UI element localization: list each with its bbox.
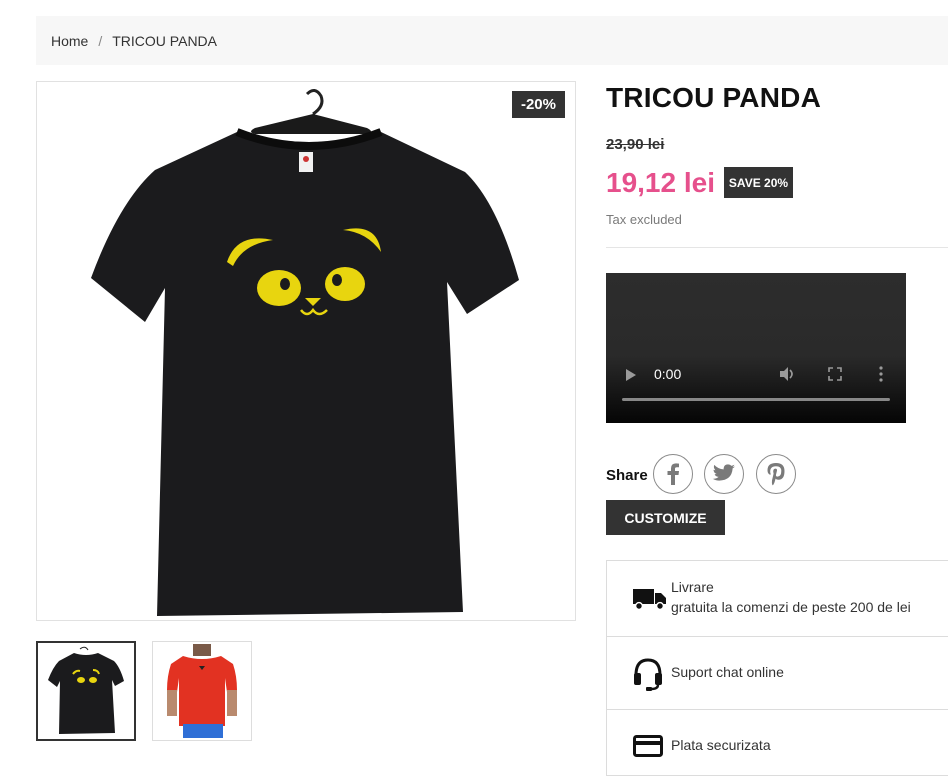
- discount-flag: -20%: [511, 91, 565, 118]
- breadcrumb: Home / TRICOU PANDA: [36, 16, 948, 65]
- share-label: Share: [606, 467, 648, 484]
- breadcrumb-home-link[interactable]: Home: [51, 33, 88, 49]
- breadcrumb-separator: /: [98, 32, 103, 49]
- reassurance-delivery-subtitle: gratuita la comenzi de peste 200 de lei: [671, 599, 911, 615]
- reassurance-payment-title: Plata securizata: [671, 737, 771, 753]
- credit-card-icon: [633, 735, 663, 757]
- truck-icon: [633, 589, 666, 611]
- reassurance-support-title: Suport chat online: [671, 664, 784, 680]
- product-title: TRICOU PANDA: [606, 82, 821, 113]
- red-tshirt-model-thumbnail-image: [167, 644, 237, 738]
- video-progress-bar[interactable]: [622, 398, 890, 401]
- thumbnail-black-tshirt[interactable]: [36, 641, 136, 741]
- black-tshirt-image: [91, 89, 519, 616]
- reassurance-delivery: Livrare gratuita la comenzi de peste 200…: [607, 561, 948, 637]
- headset-icon: [634, 658, 662, 691]
- breadcrumb-current: TRICOU PANDA: [112, 32, 217, 49]
- reassurance-delivery-title: Livrare: [671, 579, 714, 595]
- facebook-share-button[interactable]: [653, 454, 693, 494]
- product-main-image[interactable]: -20%: [36, 81, 576, 621]
- pinterest-share-button[interactable]: [756, 454, 796, 494]
- discount-badge: SAVE 20%: [724, 167, 793, 198]
- twitter-icon: [712, 464, 735, 481]
- thumbnail-red-tshirt[interactable]: [152, 641, 252, 741]
- tax-label: Tax excluded: [606, 212, 682, 227]
- more-options-icon[interactable]: [878, 366, 884, 382]
- customize-button[interactable]: CUSTOMIZE: [606, 500, 725, 535]
- current-price: 19,12 lei: [606, 167, 715, 198]
- divider: [606, 247, 948, 248]
- regular-price: 23,90 lei: [606, 136, 665, 153]
- reassurance-payment: Plata securizata: [607, 710, 948, 776]
- twitter-share-button[interactable]: [704, 454, 744, 494]
- play-icon[interactable]: [626, 369, 636, 381]
- pinterest-icon: [767, 463, 785, 486]
- video-time: 0:00: [654, 366, 682, 382]
- reassurance-panel: Livrare gratuita la comenzi de peste 200…: [606, 560, 948, 776]
- volume-icon[interactable]: [778, 365, 796, 383]
- black-tshirt-thumbnail-image: [48, 646, 124, 734]
- product-video-player[interactable]: 0:00: [606, 273, 906, 423]
- reassurance-support: Suport chat online: [607, 637, 948, 710]
- fullscreen-icon[interactable]: [828, 367, 842, 381]
- facebook-icon: [667, 463, 679, 485]
